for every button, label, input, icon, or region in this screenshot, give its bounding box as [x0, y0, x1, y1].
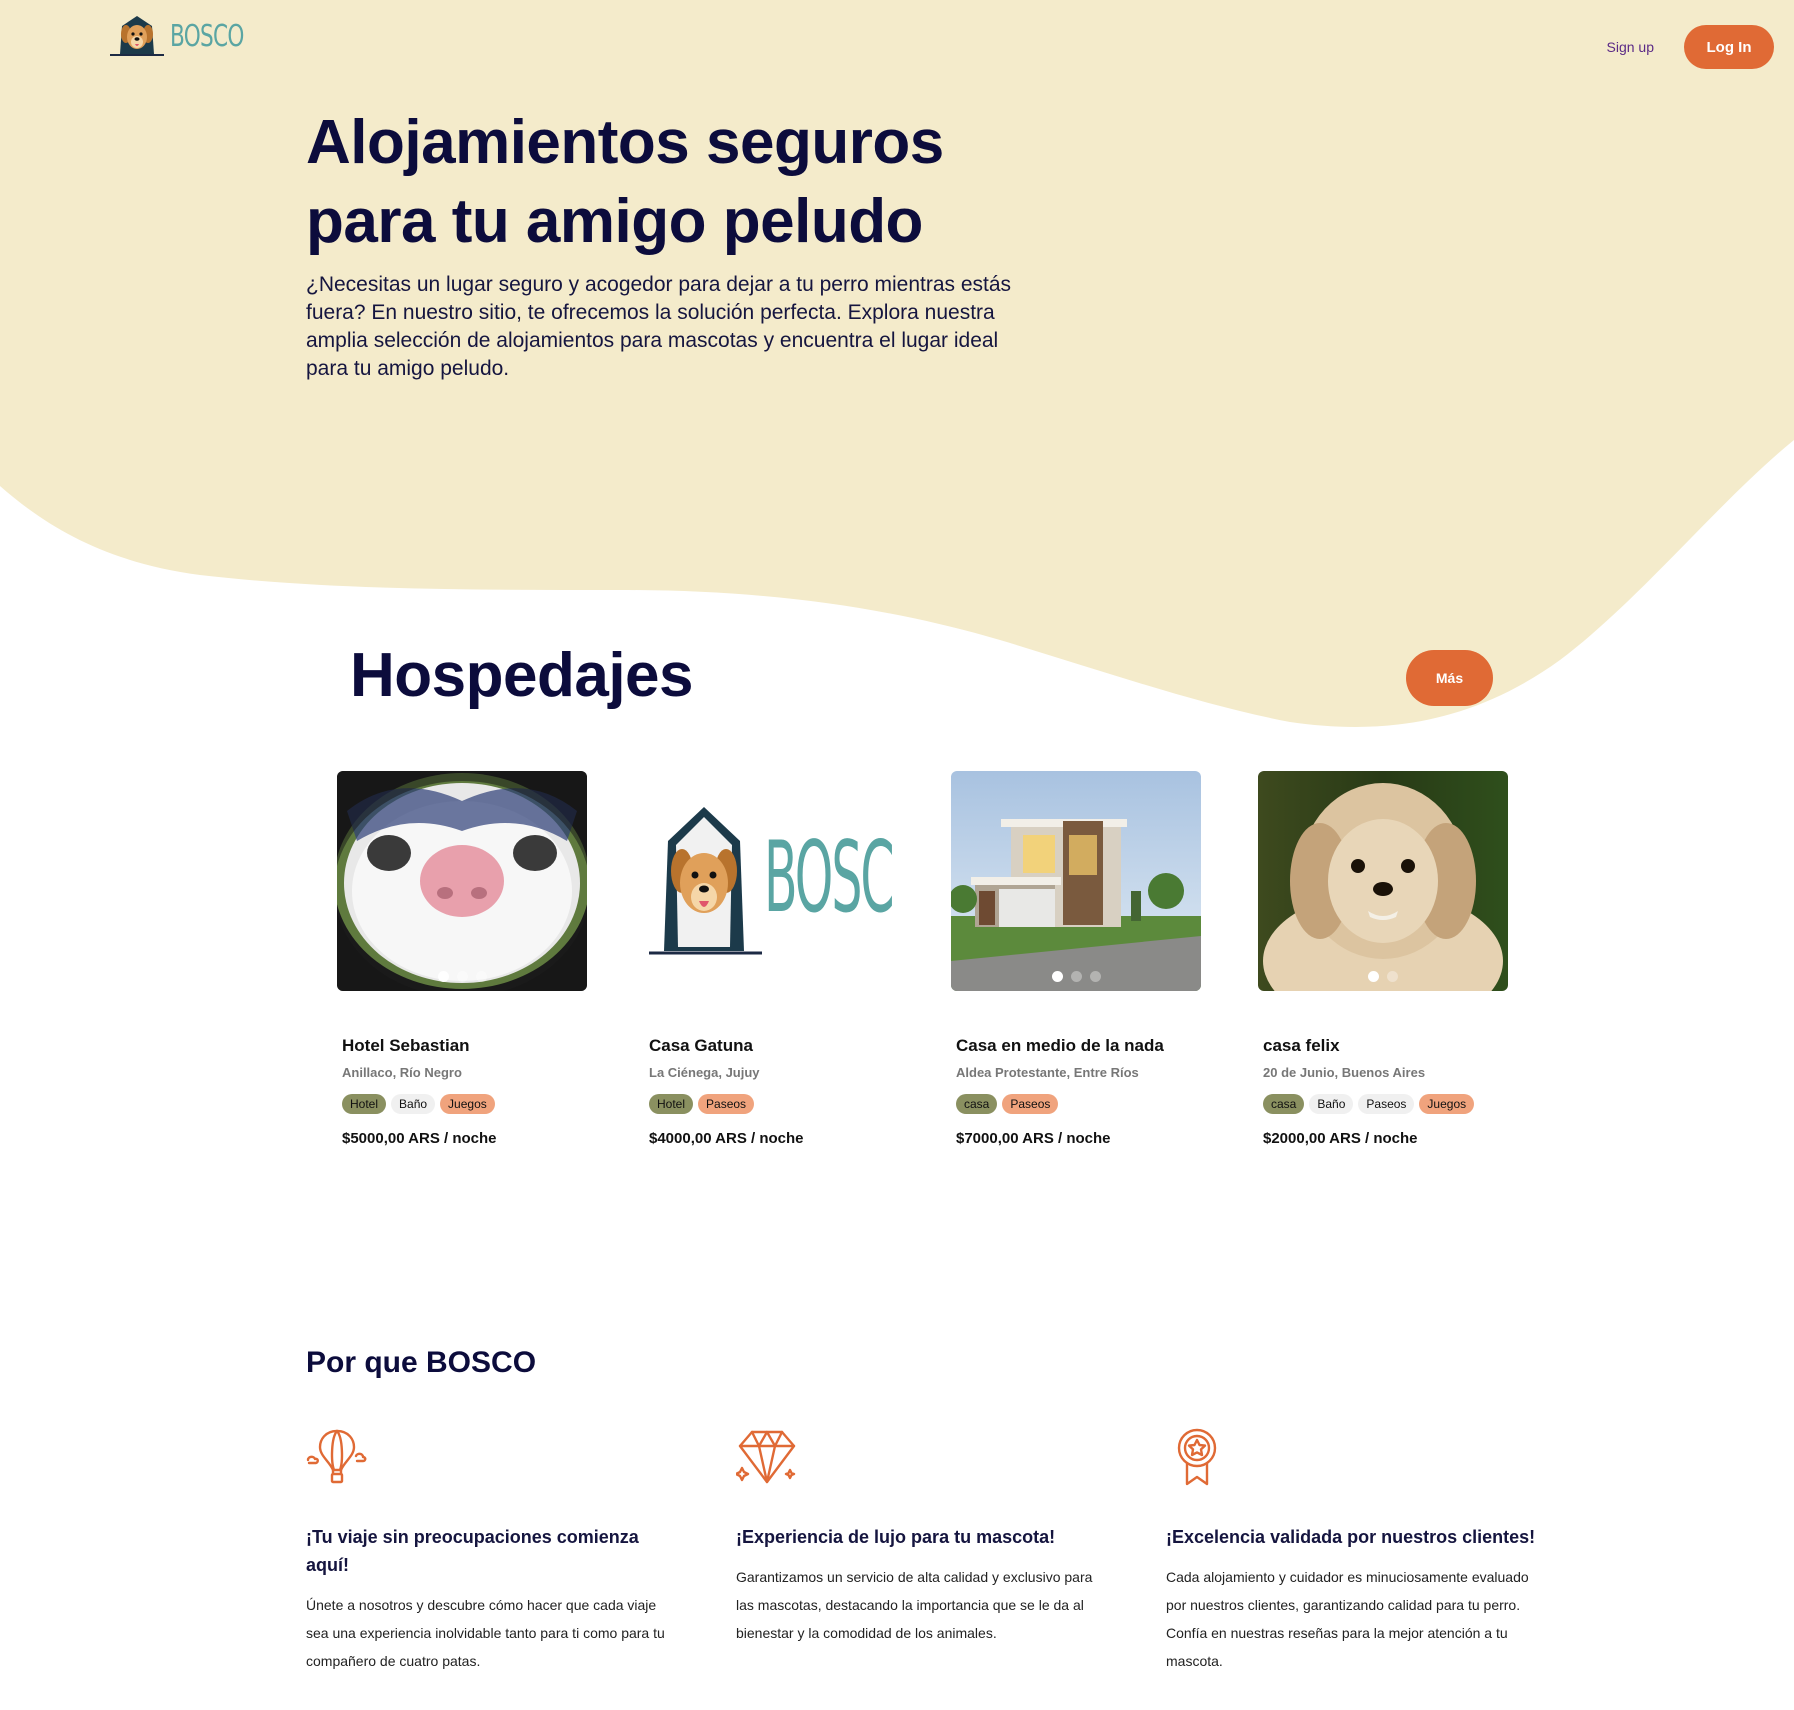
tag: Paseos [1002, 1094, 1059, 1114]
more-listings-button[interactable]: Más [1406, 650, 1493, 706]
why-title: Por que BOSCO [306, 1346, 537, 1379]
listing-card[interactable]: Hotel Sebastian Anillaco, Río Negro Hote… [337, 771, 587, 1147]
listing-location: 20 de Junio, Buenos Aires [1263, 1065, 1426, 1080]
tag: Juegos [1419, 1094, 1475, 1114]
listing-price: $5000,00 ARS / noche [342, 1130, 497, 1147]
listing-price: $4000,00 ARS / noche [649, 1130, 804, 1147]
carousel-dot[interactable] [475, 971, 487, 982]
dog-head-icon [110, 16, 164, 56]
tag: casa [956, 1094, 998, 1114]
feature-item: ¡Tu viaje sin preocupaciones comienza aq… [306, 1426, 676, 1675]
listing-card[interactable]: Casa en medio de la nada Aldea Protestan… [951, 771, 1201, 1147]
tag: Hotel [649, 1094, 694, 1114]
feature-item: ¡Experiencia de lujo para tu mascota! Ga… [734, 1426, 1106, 1647]
listing-tags: casa Paseos [951, 1094, 1201, 1114]
listings-title: Hospedajes [350, 641, 694, 710]
hero-title: Alojamientos seguros para tu amigo pelud… [306, 108, 944, 256]
top-nav: Sign up Log In [1607, 25, 1774, 69]
feature-item: ¡Excelencia validada por nuestros client… [1166, 1426, 1536, 1675]
carousel-dot[interactable] [1070, 971, 1082, 982]
carousel-dot[interactable] [437, 971, 449, 982]
login-button[interactable]: Log In [1684, 25, 1774, 69]
diamond-icon [734, 1430, 796, 1484]
award-ribbon-icon [1177, 1428, 1217, 1486]
listings-grid: Hotel Sebastian Anillaco, Río Negro Hote… [337, 771, 1508, 1161]
tag: Juegos [440, 1094, 495, 1114]
feature-title: ¡Tu viaje sin preocupaciones comienza aq… [306, 1527, 639, 1575]
carousel-dots [337, 971, 587, 982]
cat-closeup-photo[interactable] [337, 771, 587, 991]
listing-tags: casa Baño Paseos Juegos [1258, 1094, 1508, 1114]
brand-logo[interactable]: BOSCO [108, 14, 272, 58]
listing-name[interactable]: Casa en medio de la nada [951, 1036, 1201, 1056]
feature-title: ¡Excelencia validada por nuestros client… [1166, 1527, 1536, 1547]
bosco-logo-text: BOSCO [764, 821, 894, 935]
listing-price: $7000,00 ARS / noche [956, 1130, 1111, 1147]
listing-tags: Hotel Paseos [644, 1094, 894, 1114]
tag: Baño [391, 1094, 436, 1114]
bosco-logo-image[interactable]: BOSCO [644, 771, 894, 991]
hot-air-balloon-icon [306, 1429, 367, 1484]
listing-name[interactable]: casa felix [1258, 1036, 1508, 1056]
features-list: ¡Tu viaje sin preocupaciones comienza aq… [306, 1426, 1566, 1686]
listing-card[interactable]: BOSCO Casa Gatuna La Ciénega, Jujuy Hote… [644, 771, 894, 1147]
feature-description: Únete a nosotros y descubre cómo hacer q… [306, 1597, 665, 1669]
hero-description: ¿Necesitas un lugar seguro y acogedor pa… [306, 273, 1012, 380]
tag: Hotel [342, 1094, 387, 1114]
tag: casa [1263, 1094, 1305, 1114]
modern-house-photo[interactable] [951, 771, 1201, 991]
listing-price: $2000,00 ARS / noche [1263, 1130, 1418, 1147]
carousel-dots [951, 971, 1201, 982]
listing-location: La Ciénega, Jujuy [649, 1065, 760, 1080]
dog-photo[interactable] [1258, 771, 1508, 991]
tag: Paseos [698, 1094, 755, 1114]
carousel-dot[interactable] [1368, 971, 1379, 982]
tag: Paseos [1358, 1094, 1415, 1114]
carousel-dot[interactable] [1089, 971, 1101, 982]
signup-link[interactable]: Sign up [1607, 39, 1654, 55]
listing-name[interactable]: Casa Gatuna [644, 1036, 894, 1056]
carousel-dot[interactable] [1051, 971, 1063, 982]
listing-location: Anillaco, Río Negro [342, 1065, 462, 1080]
tag: Baño [1309, 1094, 1354, 1114]
feature-title: ¡Experiencia de lujo para tu mascota! [736, 1527, 1056, 1547]
carousel-dots [1258, 971, 1508, 982]
carousel-dot[interactable] [456, 971, 468, 982]
brand-name: BOSCO [170, 18, 244, 54]
feature-description: Cada alojamiento y cuidador es minuciosa… [1166, 1569, 1529, 1669]
listing-tags: Hotel Baño Juegos [337, 1094, 587, 1114]
listing-name[interactable]: Hotel Sebastian [337, 1036, 587, 1056]
carousel-dot[interactable] [1387, 971, 1398, 982]
listing-location: Aldea Protestante, Entre Ríos [956, 1065, 1139, 1080]
listing-card[interactable]: casa felix 20 de Junio, Buenos Aires cas… [1258, 771, 1508, 1147]
feature-description: Garantizamos un servicio de alta calidad… [736, 1569, 1093, 1641]
